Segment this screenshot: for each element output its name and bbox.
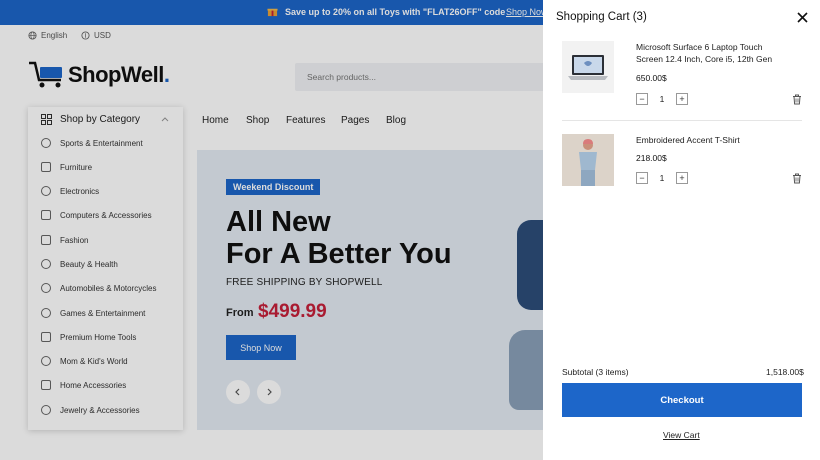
cart-item-price: 218.00$ xyxy=(636,153,667,163)
increase-qty-button[interactable]: + xyxy=(676,93,688,105)
cart-item-name[interactable]: Microsoft Surface 6 Laptop Touch Screen … xyxy=(636,41,786,65)
cart-item-price: 650.00$ xyxy=(636,73,667,83)
cart-item: Embroidered Accent T-Shirt 218.00$ − 1 + xyxy=(562,134,802,204)
quantity-stepper: − 1 + xyxy=(636,172,688,184)
increase-qty-button[interactable]: + xyxy=(676,172,688,184)
view-cart-link[interactable]: View Cart xyxy=(663,430,700,440)
tshirt-model-image[interactable] xyxy=(562,134,614,186)
close-icon[interactable] xyxy=(796,11,809,24)
cart-divider xyxy=(562,120,802,121)
page-overlay[interactable] xyxy=(0,0,543,460)
quantity-stepper: − 1 + xyxy=(636,93,688,105)
laptop-image[interactable] xyxy=(562,41,614,93)
cart-title: Shopping Cart (3) xyxy=(556,11,647,23)
trash-icon[interactable] xyxy=(792,94,802,105)
subtotal-label: Subtotal (3 items) xyxy=(562,367,629,377)
trash-icon[interactable] xyxy=(792,173,802,184)
decrease-qty-button[interactable]: − xyxy=(636,93,648,105)
decrease-qty-button[interactable]: − xyxy=(636,172,648,184)
quantity-value[interactable]: 1 xyxy=(648,94,676,104)
subtotal-value: 1,518.00$ xyxy=(766,367,804,377)
quantity-value[interactable]: 1 xyxy=(648,173,676,183)
cart-item-name[interactable]: Embroidered Accent T-Shirt xyxy=(636,134,786,146)
cart-item: Microsoft Surface 6 Laptop Touch Screen … xyxy=(562,41,802,111)
laptop-illustration xyxy=(568,55,608,80)
cart-drawer: Shopping Cart (3) Microsoft Surface 6 La… xyxy=(543,0,820,460)
model-illustration xyxy=(579,139,597,186)
checkout-button[interactable]: Checkout xyxy=(562,383,802,417)
